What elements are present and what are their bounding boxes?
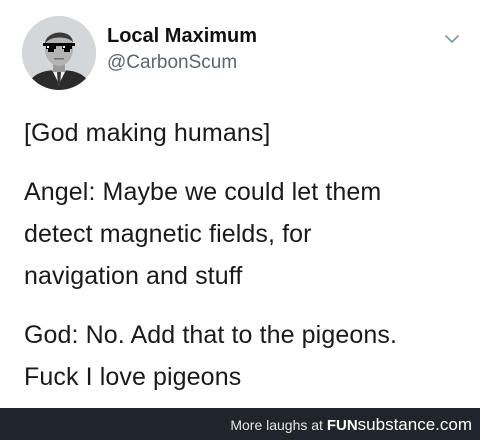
avatar[interactable] — [22, 16, 96, 90]
chevron-down-icon[interactable] — [442, 32, 462, 46]
tweet-text-line: detect magnetic fields, for — [24, 220, 312, 248]
display-name[interactable]: Local Maximum — [107, 25, 257, 48]
watermark-brand-bold: FUN — [326, 417, 358, 434]
tweet-text-line: navigation and stuff — [24, 262, 243, 290]
tweet-text-line: God: No. Add that to the pigeons. — [24, 321, 398, 349]
watermark-brand-rest: substance — [357, 415, 436, 434]
user-handle[interactable]: @CarbonScum — [107, 52, 237, 74]
tweet-card: Local Maximum @CarbonScum [God making hu… — [0, 0, 480, 408]
avatar-image — [22, 16, 96, 90]
tweet-text-line: [God making humans] — [24, 119, 271, 147]
tweet-text-line: Angel: Maybe we could let them — [24, 178, 382, 206]
watermark-footer: More laughs at FUNsubstance.com — [0, 408, 480, 440]
tweet-text-line: Fuck I love pigeons — [24, 363, 242, 391]
watermark-prefix: More laughs at — [230, 417, 327, 433]
watermark-text[interactable]: More laughs at FUNsubstance.com — [230, 415, 472, 435]
watermark-brand-suffix: .com — [435, 415, 472, 434]
